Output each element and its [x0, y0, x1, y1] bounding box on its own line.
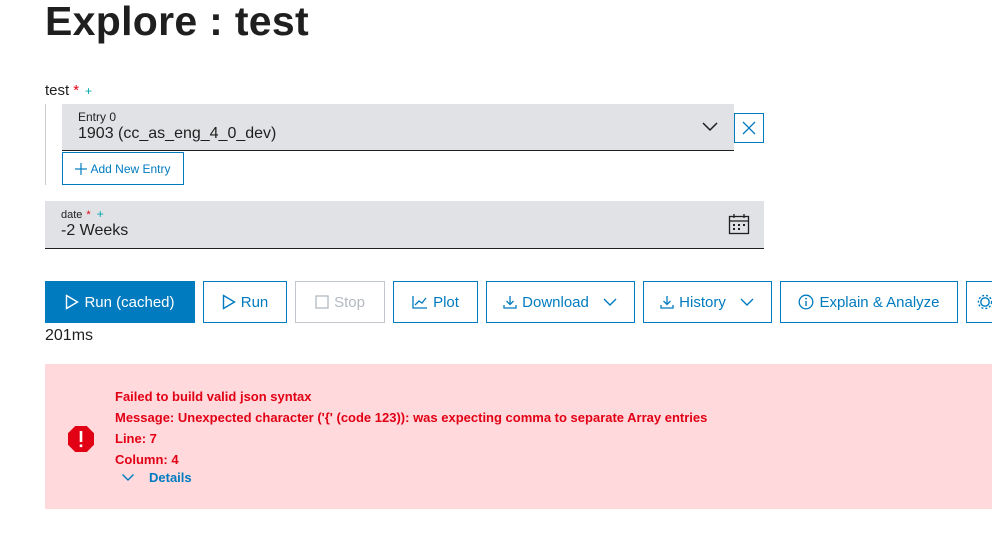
- stop-button[interactable]: Stop: [295, 281, 385, 323]
- date-field-label: date * +: [61, 207, 104, 221]
- date-required-mark: *: [86, 209, 91, 221]
- date-field[interactable]: date * + -2 Weeks: [45, 201, 764, 249]
- settings-button[interactable]: [966, 281, 992, 323]
- plot-button[interactable]: Plot: [393, 281, 478, 323]
- info-icon: [799, 294, 814, 310]
- run-label: Run: [240, 293, 269, 311]
- plot-label: Plot: [433, 293, 459, 311]
- test-label-text: test: [45, 82, 70, 99]
- remove-entry-button[interactable]: [734, 113, 764, 143]
- stop-label: Stop: [334, 293, 365, 311]
- details-toggle[interactable]: Details: [121, 470, 192, 485]
- entry-0-label: Entry 0: [78, 110, 117, 124]
- add-new-entry-button[interactable]: Add New Entry: [62, 152, 184, 185]
- download-button[interactable]: Download: [486, 281, 635, 323]
- download-label: Download: [522, 293, 589, 311]
- run-cached-label: Run (cached): [84, 293, 175, 311]
- explain-analyze-label: Explain & Analyze: [819, 293, 940, 311]
- date-add-icon[interactable]: +: [97, 207, 104, 221]
- chevron-down-icon: [740, 298, 754, 306]
- explain-analyze-button[interactable]: Explain & Analyze: [780, 281, 958, 323]
- history-button[interactable]: History: [643, 281, 772, 323]
- error-notification: Failed to build valid json syntax Messag…: [45, 364, 992, 509]
- details-label: Details: [149, 470, 192, 485]
- error-line-number: Line: 7: [115, 431, 157, 446]
- chevron-down-icon: [122, 474, 134, 481]
- error-title: Failed to build valid json syntax: [115, 389, 312, 404]
- chevron-down-icon: [603, 298, 617, 306]
- date-field-value: -2 Weeks: [61, 222, 129, 239]
- run-cached-button[interactable]: Run (cached): [45, 281, 195, 323]
- page-title: Explore : test: [45, 0, 309, 44]
- plus-icon: [75, 162, 88, 175]
- required-mark: *: [73, 82, 80, 99]
- history-label: History: [679, 293, 726, 311]
- entry-0-value: 1903 (cc_as_eng_4_0_dev): [78, 125, 277, 142]
- history-icon: [660, 296, 674, 309]
- entry-group-rail: [45, 104, 46, 185]
- download-icon: [503, 296, 517, 309]
- gear-icon: [977, 294, 992, 310]
- error-icon: [68, 426, 94, 452]
- query-timing: 201ms: [45, 327, 94, 344]
- play-icon: [66, 294, 80, 310]
- date-label-text: date: [61, 209, 83, 221]
- error-message: Failed to build valid json syntax Messag…: [115, 386, 707, 470]
- run-button[interactable]: Run: [203, 281, 287, 323]
- close-icon: [742, 121, 756, 135]
- chevron-down-icon: [702, 122, 718, 132]
- play-icon: [222, 294, 236, 310]
- error-column-number: Column: 4: [115, 452, 179, 467]
- error-detail-message: Message: Unexpected character ('{' (code…: [115, 410, 708, 425]
- stop-icon: [315, 295, 329, 309]
- entry-0-select[interactable]: Entry 0 1903 (cc_as_eng_4_0_dev): [62, 104, 734, 151]
- chart-line-icon: [412, 296, 428, 309]
- add-new-entry-label: Add New Entry: [90, 161, 171, 176]
- add-value-icon[interactable]: +: [85, 84, 92, 98]
- test-field-label: test * +: [45, 82, 92, 99]
- calendar-icon[interactable]: [728, 213, 750, 235]
